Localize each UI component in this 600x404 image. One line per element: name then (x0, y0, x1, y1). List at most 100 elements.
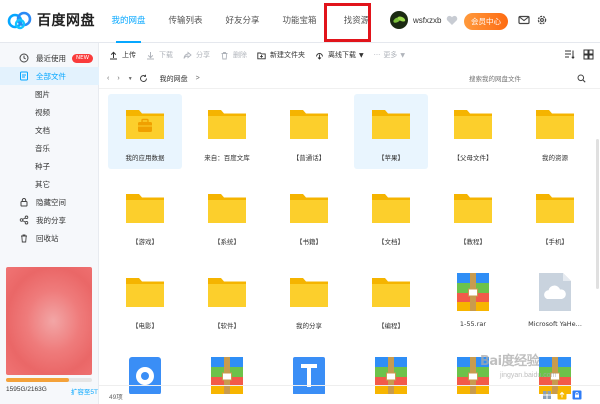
file-name: 【普通话】 (292, 154, 326, 162)
file-tile[interactable]: 【电影】 (108, 262, 182, 337)
upload-icon (110, 51, 117, 59)
more-button[interactable]: ··· 更多 ▼ (374, 43, 405, 67)
sidebar-item-label: 我的分享 (36, 215, 66, 225)
file-tile[interactable]: 【父母文件】 (436, 94, 510, 169)
delete-button[interactable]: 删除 (220, 43, 247, 67)
file-name: 【书籍】 (296, 238, 322, 246)
file-name: 来自：百度文库 (204, 154, 250, 162)
forward-icon[interactable]: › (117, 75, 119, 82)
grid-view-icon[interactable] (542, 390, 552, 400)
file-tile[interactable]: 【软件】 (190, 262, 264, 337)
lock-icon (20, 198, 28, 207)
upload-badge-icon[interactable] (557, 390, 567, 400)
history-dropdown-icon[interactable]: ▼ (128, 76, 133, 82)
app-logo: 百度网盘 (7, 10, 95, 30)
folder-icon (206, 188, 248, 228)
view-controls (564, 49, 594, 60)
tab-friend-share[interactable]: 好友分享 (214, 0, 271, 43)
file-tile[interactable]: 我的分享 (272, 262, 346, 337)
user-area[interactable]: wsfxzxb (390, 11, 458, 29)
app-folder-icon (124, 104, 166, 144)
new-badge: NEW (72, 53, 94, 63)
sidebar-item-label: 最近使用 (36, 53, 66, 63)
sidebar-item-images[interactable]: 图片 (0, 85, 99, 103)
sidebar-item-music[interactable]: 音乐 (0, 139, 99, 157)
ad-banner[interactable] (6, 267, 92, 375)
gear-icon[interactable] (536, 14, 548, 26)
storage-text: 1595G/2163G (6, 386, 47, 393)
file-tile[interactable]: 【普通话】 (272, 94, 346, 169)
sidebar-item-all-files[interactable]: 全部文件 (0, 67, 99, 85)
sidebar-item-other[interactable]: 其它 (0, 175, 99, 193)
file-icon (20, 71, 28, 81)
download-button[interactable]: 下载 (146, 43, 173, 67)
avatar[interactable] (390, 11, 408, 29)
sidebar-item-hidden-space[interactable]: 隐藏空间 (0, 193, 99, 211)
sidebar-item-videos[interactable]: 视频 (0, 103, 99, 121)
storage-progress-bar (6, 378, 92, 382)
new-folder-button[interactable]: 新建文件夹 (257, 43, 305, 67)
file-tile[interactable]: 【手机】 (518, 178, 592, 253)
sidebar-item-documents[interactable]: 文档 (0, 121, 99, 139)
tab-my-disk[interactable]: 我的网盘 (100, 0, 157, 43)
file-tile[interactable]: 1-55.rar (436, 262, 510, 337)
file-name: Microsoft YaHe... (528, 320, 582, 328)
lock-badge-icon[interactable] (572, 390, 582, 400)
file-name: 我的分享 (296, 322, 322, 330)
sidebar-item-my-share[interactable]: 我的分享 (0, 211, 99, 229)
file-tile[interactable]: 【系统】 (190, 178, 264, 253)
file-tile[interactable]: 来自：百度文库 (190, 94, 264, 169)
download-label: 下载 (159, 51, 173, 59)
file-name: 【系统】 (214, 238, 240, 246)
folder-icon (370, 272, 412, 312)
upload-label: 上传 (122, 51, 136, 59)
file-name: 我的应用数据 (125, 154, 165, 162)
folder-icon (288, 188, 330, 228)
file-tile[interactable]: 我的资源 (518, 94, 592, 169)
refresh-icon[interactable] (139, 74, 148, 83)
expand-storage-link[interactable]: 扩容至5T (71, 386, 98, 396)
grid-view-icon[interactable] (583, 49, 594, 60)
more-label: 更多 (383, 51, 398, 59)
tab-toolbox[interactable]: 功能宝箱 (271, 0, 328, 43)
member-center-button[interactable]: 会员中心 (464, 13, 508, 30)
search-input[interactable] (469, 72, 593, 86)
file-tile[interactable]: 【书籍】 (272, 178, 346, 253)
breadcrumb[interactable]: 我的网盘 (160, 74, 188, 84)
chevron-down-icon: ▼ (400, 51, 405, 59)
offline-download-button[interactable]: 离线下载 ▼ (315, 43, 364, 67)
sidebar-item-torrents[interactable]: 种子 (0, 157, 99, 175)
file-grid: 我的应用数据 来自：百度文库 【普通话】 【苹果】 【父母文件】 我的资源【游戏】 【系统】… (108, 94, 592, 394)
app-title: 百度网盘 (37, 13, 95, 29)
file-tile[interactable]: 【编程】 (354, 262, 428, 337)
file-tile[interactable]: 【苹果】 (354, 94, 428, 169)
file-tile[interactable]: 【游戏】 (108, 178, 182, 253)
more-dots-icon: ··· (373, 51, 381, 59)
back-icon[interactable]: ‹ (107, 75, 109, 82)
scrollbar[interactable] (596, 139, 599, 289)
upload-button[interactable]: 上传 (109, 43, 136, 67)
sidebar-item-recycle-bin[interactable]: 回收站 (0, 229, 99, 247)
storage-row: 1595G/2163G 扩容至5T (6, 386, 98, 396)
share-icon (19, 215, 29, 225)
tab-transfer-list[interactable]: 传输列表 (157, 0, 214, 43)
file-tile[interactable]: 【文档】 (354, 178, 428, 253)
share-button[interactable]: 分享 (183, 43, 210, 67)
folder-icon (124, 188, 166, 228)
file-tile[interactable]: Microsoft YaHe... (518, 262, 592, 337)
offline-download-label: 离线下载 (328, 51, 356, 59)
username[interactable]: wsfxzxb (413, 16, 441, 25)
folder-icon (370, 104, 412, 144)
file-tile[interactable]: 【教程】 (436, 178, 510, 253)
mail-icon[interactable] (518, 14, 530, 26)
chevron-down-icon: ▼ (359, 51, 364, 59)
sidebar: 最近使用 NEW 全部文件 图片 视频 文档 音乐 种子 其它 隐藏空间 我的分… (0, 43, 99, 404)
file-name: 1-55.rar (459, 320, 487, 328)
search-icon[interactable] (577, 74, 586, 83)
sidebar-item-recent[interactable]: 最近使用 NEW (0, 49, 99, 67)
sort-icon[interactable] (564, 49, 575, 60)
sidebar-item-label: 全部文件 (36, 71, 66, 81)
file-tile[interactable]: 我的应用数据 (108, 94, 182, 169)
folder-icon (370, 188, 412, 228)
heart-icon[interactable] (446, 15, 458, 26)
